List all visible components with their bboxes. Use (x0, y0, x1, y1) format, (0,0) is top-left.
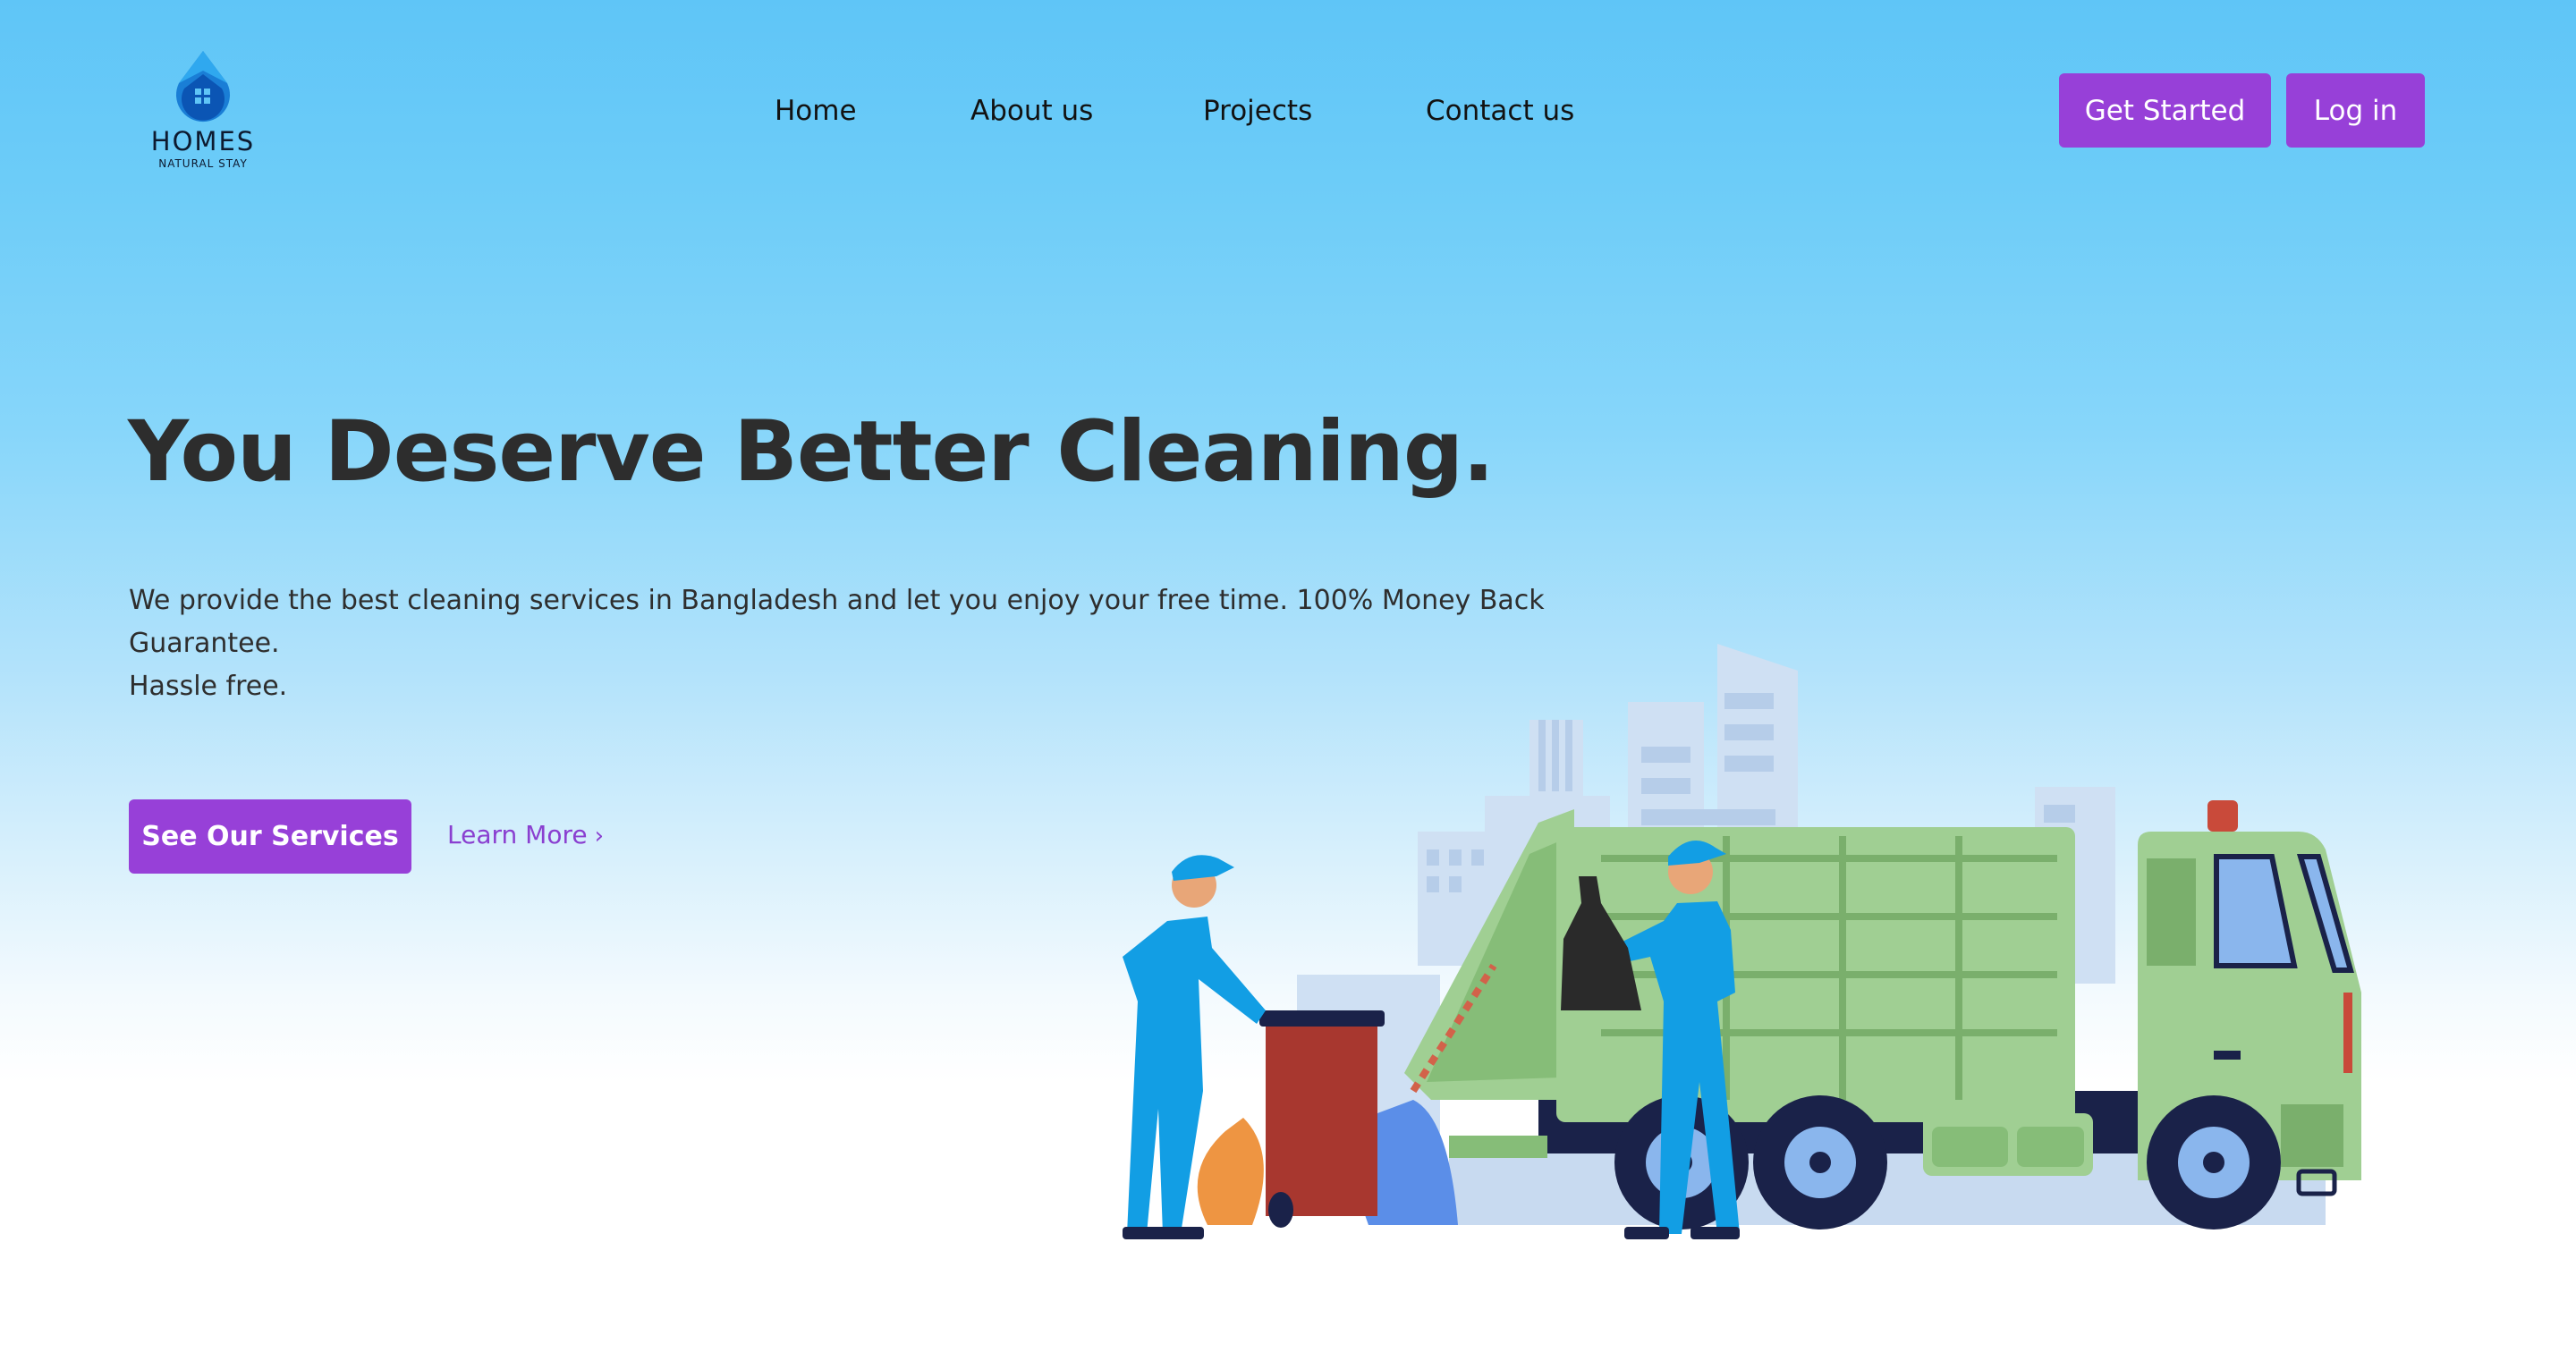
hero-title: You Deserve Better Cleaning. (128, 403, 1495, 501)
chevron-right-icon: › (594, 823, 604, 849)
logo-brand: HOMES (150, 126, 256, 156)
nav-about[interactable]: About us (970, 93, 1093, 129)
nav-home[interactable]: Home (775, 93, 857, 129)
see-services-button[interactable]: See Our Services (129, 799, 411, 874)
login-button[interactable]: Log in (2286, 73, 2425, 148)
illustration-art (1123, 644, 2361, 1239)
garbage-truck-illustration (1073, 617, 2415, 1243)
nav-projects[interactable]: Projects (1203, 93, 1312, 129)
learn-more-label: Learn More (447, 820, 588, 849)
wheelie-bin (1266, 1019, 1377, 1216)
orange-trash-bag (1197, 1118, 1264, 1225)
learn-more-link[interactable]: Learn More › (447, 819, 604, 852)
get-started-button[interactable]: Get Started (2059, 73, 2271, 148)
hero-description-line: We provide the best cleaning services in… (129, 585, 1545, 616)
logo-tagline: NATURAL STAY (158, 157, 248, 170)
nav-contact[interactable]: Contact us (1426, 93, 1574, 129)
